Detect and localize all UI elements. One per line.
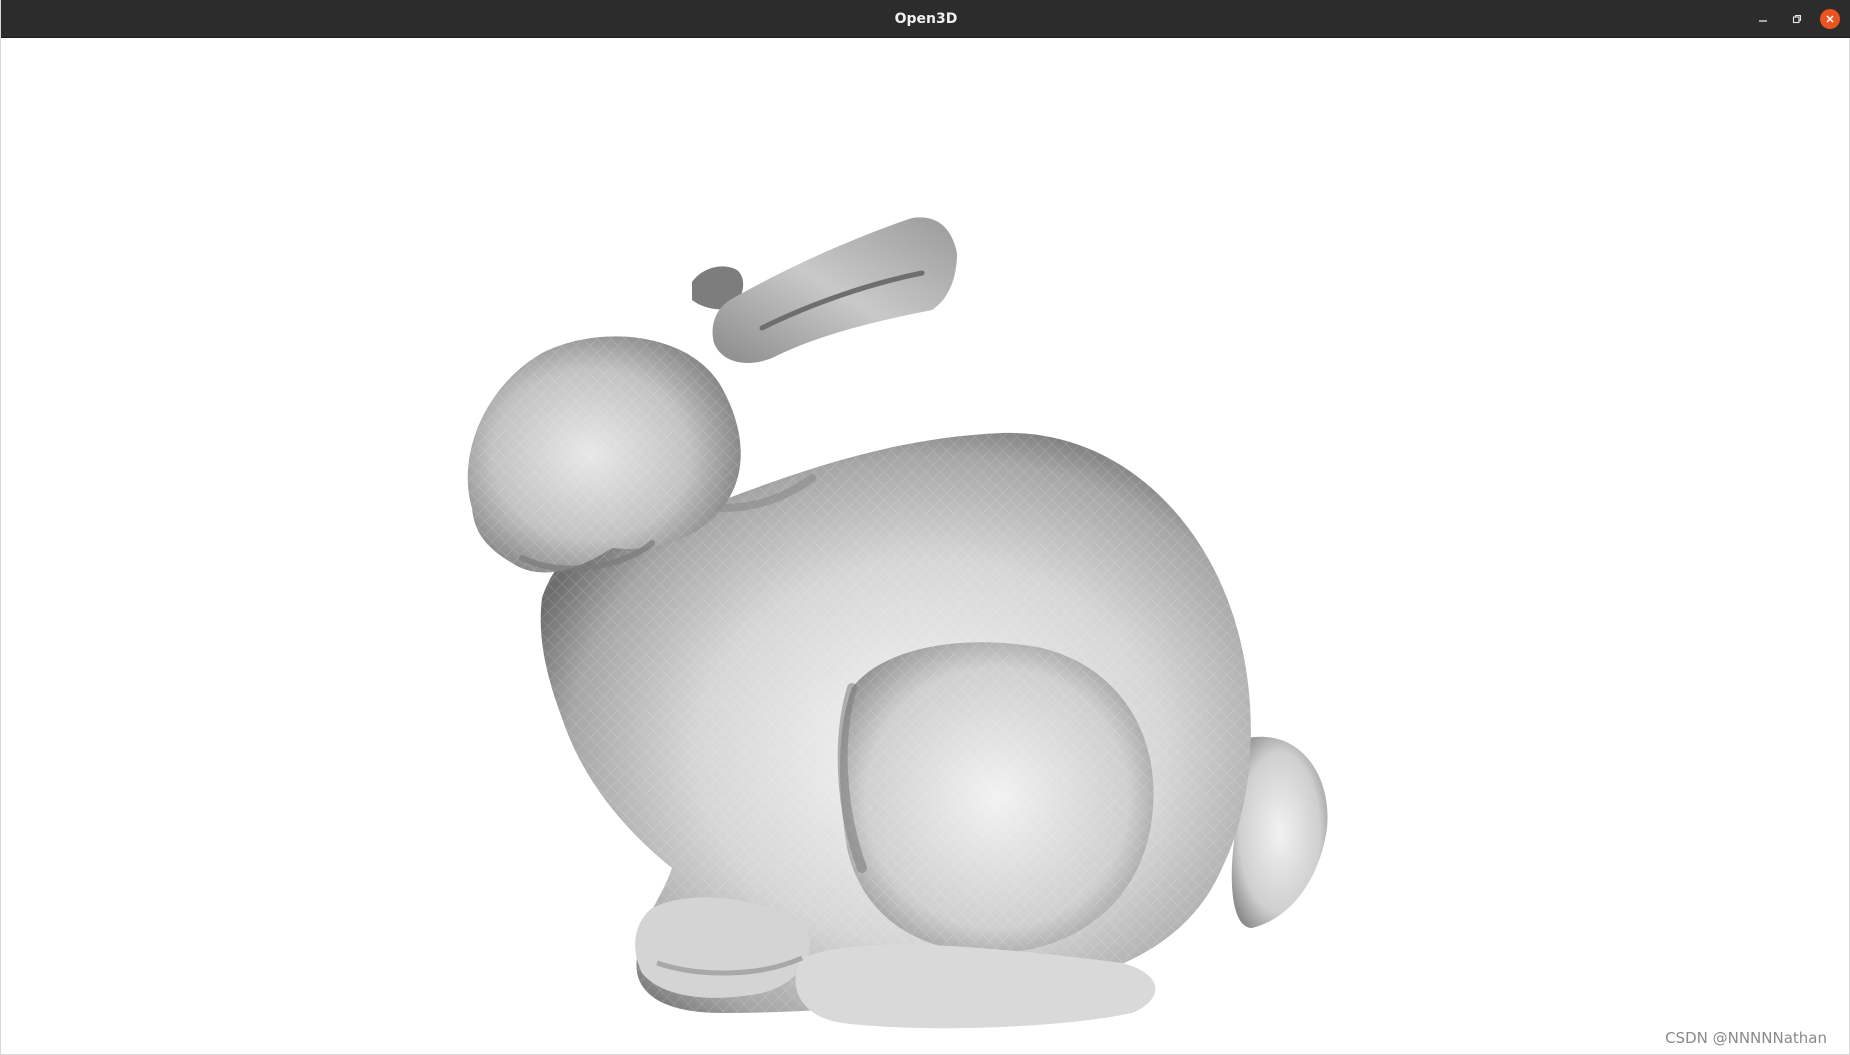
- close-icon: [1826, 15, 1834, 23]
- open3d-window: Open3D CSDN @NNNNNathan: [0, 0, 1850, 1055]
- minimize-button[interactable]: [1753, 9, 1773, 29]
- window-title: Open3D: [894, 11, 958, 27]
- render-viewport[interactable]: CSDN @NNNNNathan: [2, 38, 1849, 1053]
- bunny-mesh[interactable]: [2, 38, 1849, 1053]
- watermark: CSDN @NNNNNathan: [1665, 1029, 1827, 1047]
- bunny-ear-front: [712, 217, 957, 363]
- minimize-icon: [1759, 20, 1767, 22]
- title-bar[interactable]: Open3D: [1, 0, 1850, 38]
- bunny-haunch-mesh: [840, 642, 1154, 954]
- restore-icon: [1792, 14, 1802, 24]
- close-button[interactable]: [1820, 9, 1840, 29]
- maximize-button[interactable]: [1787, 9, 1807, 29]
